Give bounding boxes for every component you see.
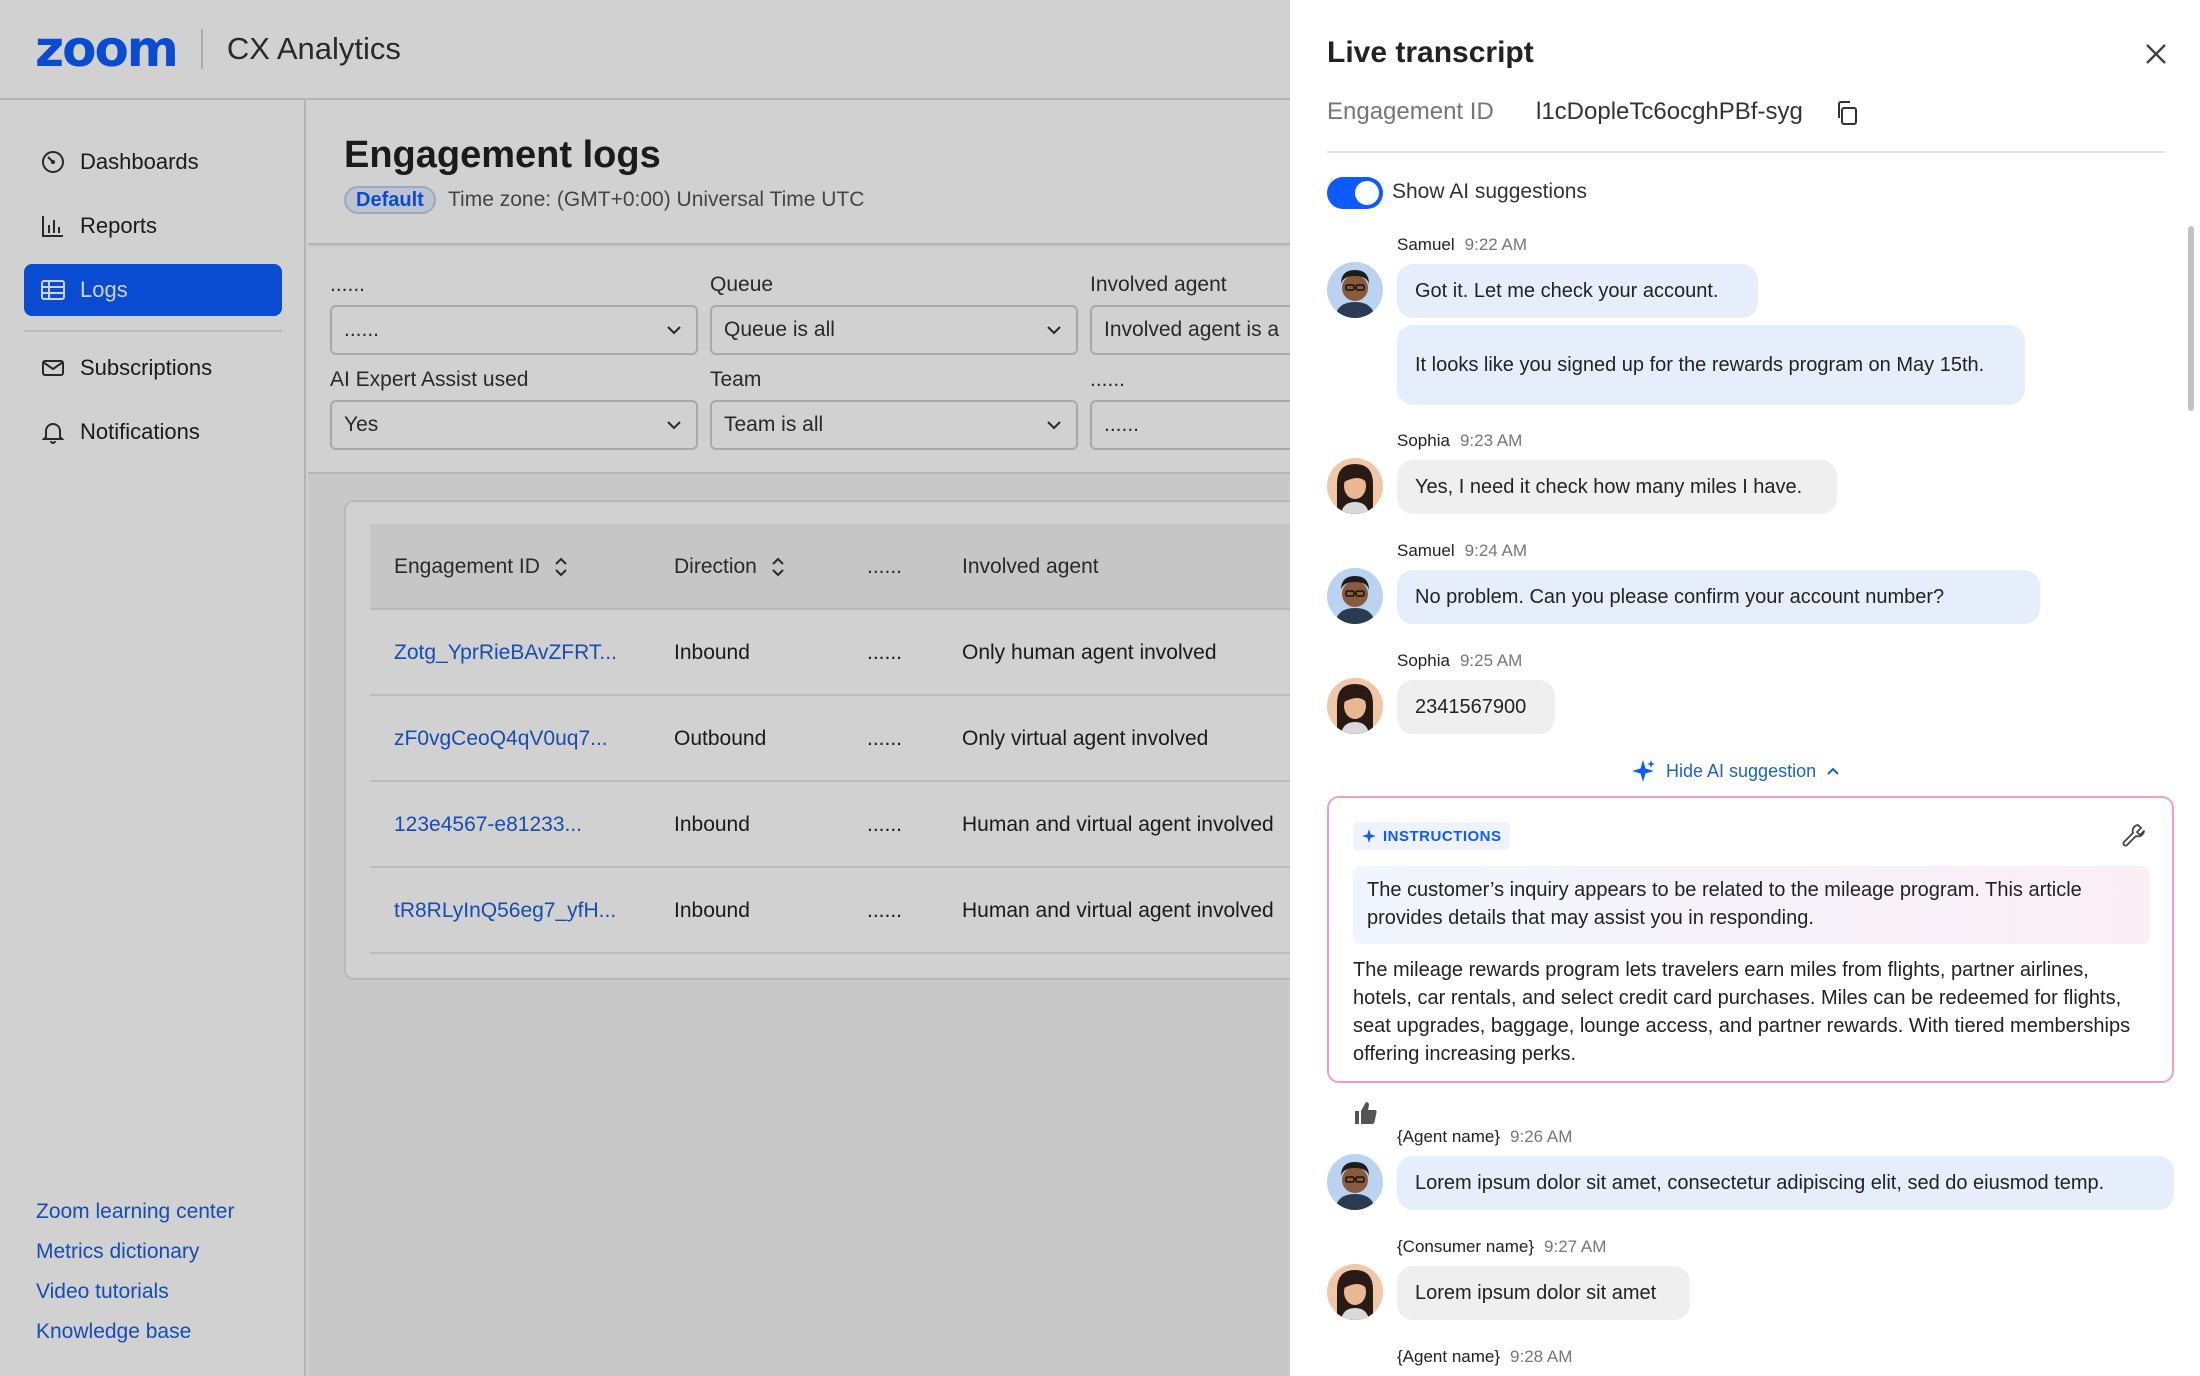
thumbs-up-icon[interactable] <box>1351 1099 1379 1127</box>
message-meta: Samuel 9:24 AM <box>1397 541 1527 561</box>
message-bubble: Yes, I need it check how many miles I ha… <box>1397 460 1837 514</box>
message-meta: Sophia 9:23 AM <box>1397 431 1522 451</box>
sender-name: Sophia <box>1397 431 1450 450</box>
sender-name: {Agent name} <box>1397 1127 1501 1146</box>
message-bubble: Lorem ipsum dolor sit amet <box>1397 1266 1690 1320</box>
drawer-title: Live transcript <box>1327 36 1534 69</box>
drawer-divider <box>1327 151 2165 153</box>
sender-name: Sophia <box>1397 651 1450 670</box>
message-time: 9:28 AM <box>1510 1347 1573 1366</box>
message-time: 9:24 AM <box>1464 541 1528 560</box>
instructions-label: INSTRUCTIONS <box>1383 827 1502 845</box>
message-meta: Sophia 9:25 AM <box>1397 651 1522 671</box>
close-icon[interactable] <box>2142 40 2170 68</box>
scrollbar[interactable] <box>2188 226 2194 411</box>
message-time: 9:25 AM <box>1459 651 1523 670</box>
copy-icon[interactable] <box>1834 100 1860 126</box>
live-transcript-drawer: Live transcript Engagement ID l1cDopleTc… <box>1290 0 2200 1376</box>
engagement-id-label: Engagement ID <box>1327 98 1494 125</box>
modal-overlay[interactable] <box>0 0 1290 1376</box>
message-bubble: 2341567900 <box>1397 680 1555 734</box>
message-meta: {Agent name} 9:28 AM <box>1397 1347 1572 1367</box>
hide-ai-suggestion-button[interactable]: Hide AI suggestion <box>1630 758 1840 784</box>
wrench-icon[interactable] <box>2121 822 2147 848</box>
engagement-id-value: l1cDopleTc6ocghPBf-syg <box>1536 98 1803 125</box>
message-meta: {Agent name} 9:26 AM <box>1397 1127 1572 1147</box>
sender-name: Samuel <box>1397 235 1455 254</box>
sparkle-icon <box>1632 760 1655 782</box>
message-time: 9:23 AM <box>1459 431 1523 450</box>
chevron-up-icon <box>1827 767 1839 775</box>
sender-name: {Agent name} <box>1397 1347 1501 1366</box>
instructions-tag: INSTRUCTIONS <box>1353 822 1510 850</box>
ai-article-text: The mileage rewards program lets travele… <box>1353 959 2131 1065</box>
sender-name: {Consumer name} <box>1397 1237 1535 1256</box>
ai-suggestion-card: INSTRUCTIONS The customer’s inquiry appe… <box>1327 796 2174 1083</box>
message-time: 9:27 AM <box>1544 1237 1607 1256</box>
message-bubble: It looks like you signed up for the rewa… <box>1397 325 2025 405</box>
message-bubble: Lorem ipsum dolor sit amet, consectetur … <box>1397 1156 2174 1210</box>
sender-name: Samuel <box>1397 541 1455 560</box>
message-meta: {Consumer name} 9:27 AM <box>1397 1237 1606 1257</box>
customer-avatar <box>1327 1264 1383 1320</box>
message-bubble: No problem. Can you please confirm your … <box>1397 570 2040 624</box>
message-time: 9:26 AM <box>1510 1127 1573 1146</box>
agent-avatar <box>1327 1154 1383 1210</box>
ai-intro-text: The customer’s inquiry appears to be rel… <box>1353 866 2150 944</box>
ai-suggestions-toggle[interactable] <box>1327 177 1383 209</box>
message-time: 9:22 AM <box>1464 235 1528 254</box>
ai-suggestions-toggle-label: Show AI suggestions <box>1392 180 1587 203</box>
agent-avatar <box>1327 262 1383 318</box>
message-bubble: Got it. Let me check your account. <box>1397 264 1758 318</box>
agent-avatar <box>1327 568 1383 624</box>
sparkle-icon <box>1362 829 1376 843</box>
customer-avatar <box>1327 458 1383 514</box>
hide-ai-label: Hide AI suggestion <box>1666 760 1817 781</box>
message-meta: Samuel 9:22 AM <box>1397 235 1527 255</box>
customer-avatar <box>1327 678 1383 734</box>
